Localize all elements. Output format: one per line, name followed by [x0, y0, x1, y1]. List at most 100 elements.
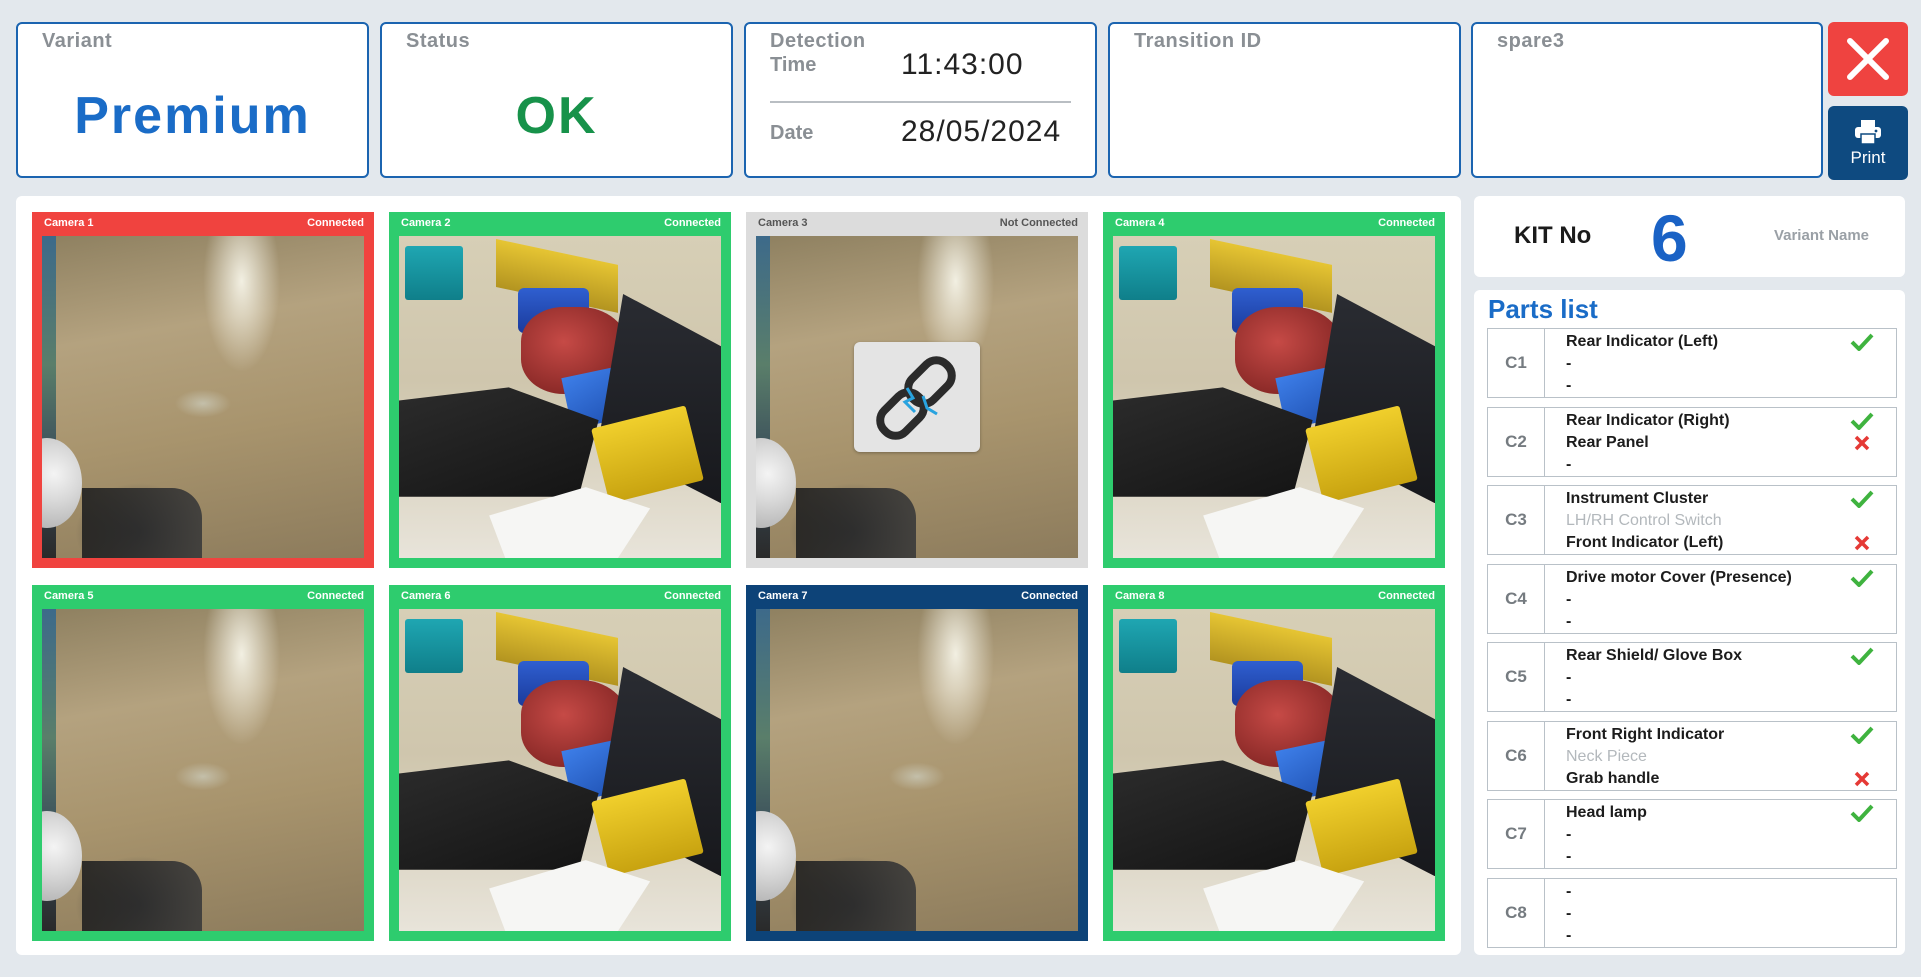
parts-row-c7[interactable]: C7 Head lamp - -	[1487, 799, 1897, 869]
broken-link-icon	[876, 356, 956, 440]
part-code: C5	[1488, 643, 1545, 711]
check-icon	[1850, 332, 1874, 352]
kit-label: KIT No	[1514, 222, 1592, 249]
camera-tile[interactable]: Camera 6 Connected	[389, 585, 731, 941]
camera-tile[interactable]: Camera 1 Connected	[32, 212, 374, 568]
part-item: -	[1566, 691, 1572, 708]
print-button[interactable]: Print	[1828, 106, 1908, 180]
feed-detail	[796, 861, 916, 931]
part-item: Instrument Cluster	[1566, 490, 1709, 507]
check-icon	[1850, 489, 1874, 509]
feed-detail	[42, 811, 82, 901]
spare3-card: spare3	[1471, 22, 1823, 178]
feed-detail	[42, 438, 82, 528]
part-item: -	[1566, 926, 1572, 944]
part-item: -	[1566, 904, 1572, 922]
camera-status: Connected	[1378, 590, 1435, 602]
feed-detail	[1119, 245, 1178, 301]
part-item: -	[1566, 848, 1572, 865]
camera-status: Connected	[1378, 217, 1435, 229]
variant-value: Premium	[74, 87, 311, 145]
part-item: -	[1566, 355, 1572, 372]
date-label: Date	[770, 122, 814, 144]
parts-title: Parts list	[1488, 294, 1598, 324]
camera-feed	[1113, 236, 1435, 558]
camera-header: Camera 4 Connected	[1103, 212, 1445, 234]
camera-feed	[756, 609, 1078, 931]
part-code: C7	[1488, 800, 1545, 868]
camera-name: Camera 5	[44, 590, 94, 602]
check-icon	[1850, 411, 1874, 431]
part-code: C2	[1488, 407, 1545, 476]
divider	[770, 101, 1071, 103]
cross-icon	[1850, 769, 1874, 789]
camera-header: Camera 8 Connected	[1103, 585, 1445, 607]
feed-detail	[1119, 618, 1178, 674]
camera-name: Camera 8	[1115, 590, 1165, 602]
parts-row-c1[interactable]: C1 Rear Indicator (Left) - -	[1487, 328, 1897, 398]
part-item: -	[1566, 612, 1572, 630]
feed-detail	[756, 811, 796, 901]
feed-detail	[82, 861, 202, 931]
camera-feed	[1113, 609, 1435, 931]
part-code: C4	[1488, 564, 1545, 633]
feed-detail	[796, 488, 916, 558]
camera-name: Camera 1	[44, 217, 94, 229]
part-item: -	[1566, 669, 1572, 686]
part-item: Rear Indicator (Left)	[1566, 333, 1719, 350]
camera-header: Camera 7 Connected	[746, 585, 1088, 607]
camera-status: Connected	[307, 217, 364, 229]
camera-tile[interactable]: Camera 8 Connected	[1103, 585, 1445, 941]
kit-card: KIT No 6 Variant Name	[1474, 196, 1905, 277]
camera-panel: Camera 1 Connected Camera 2 Connected Camera…	[16, 196, 1461, 955]
camera-header: Camera 6 Connected	[389, 585, 731, 607]
parts-row-c2[interactable]: C2 Rear Indicator (Right) Rear Panel -	[1487, 406, 1897, 477]
camera-feed	[399, 609, 721, 931]
camera-tile[interactable]: Camera 4 Connected	[1103, 212, 1445, 568]
part-item: Front Indicator (Left)	[1566, 534, 1724, 551]
time-value: 11:43:00	[901, 48, 1024, 81]
kit-number: 6	[1651, 201, 1688, 275]
part-item: Grab handle	[1566, 769, 1660, 787]
part-code: C6	[1488, 721, 1545, 790]
check-icon	[1850, 568, 1874, 588]
camera-tile[interactable]: Camera 7 Connected	[746, 585, 1088, 941]
parts-row-c6[interactable]: C6 Front Right Indicator Neck Piece Grab ha…	[1487, 720, 1897, 791]
camera-status: Connected	[1021, 590, 1078, 602]
parts-panel: Parts list C1 Rear Indicator (Left) - - C2 Re…	[1474, 290, 1905, 955]
check-icon	[1850, 803, 1874, 823]
camera-feed	[42, 609, 364, 931]
part-item: Rear Panel	[1566, 433, 1649, 451]
parts-row-c3[interactable]: C3 Instrument Cluster LH/RH Control Switch…	[1487, 485, 1897, 555]
camera-header: Camera 5 Connected	[32, 585, 374, 607]
variant-card: Variant Premium	[16, 22, 369, 178]
part-item: -	[1566, 826, 1572, 843]
camera-status: Connected	[664, 217, 721, 229]
camera-tile[interactable]: Camera 5 Connected	[32, 585, 374, 941]
parts-row-c8[interactable]: C8 - - -	[1487, 877, 1897, 948]
camera-status: Connected	[307, 590, 364, 602]
close-button[interactable]	[1828, 22, 1908, 96]
print-label: Print	[1850, 147, 1886, 167]
check-icon	[1850, 646, 1874, 666]
part-item: Head lamp	[1566, 804, 1647, 821]
part-code: C1	[1488, 329, 1545, 397]
camera-feed	[42, 236, 364, 558]
cross-icon	[1850, 433, 1874, 453]
status-value: OK	[515, 87, 598, 145]
variant-name-label: Variant Name	[1773, 227, 1869, 244]
check-icon	[1850, 725, 1874, 745]
parts-row-c5[interactable]: C5 Rear Shield/ Glove Box - -	[1487, 642, 1897, 712]
parts-row-c4[interactable]: C4 Drive motor Cover (Presence) - -	[1487, 563, 1897, 634]
camera-tile[interactable]: Camera 2 Connected	[389, 212, 731, 568]
camera-name: Camera 2	[401, 217, 451, 229]
camera-name: Camera 6	[401, 590, 451, 602]
part-item: LH/RH Control Switch	[1566, 512, 1722, 529]
camera-tile[interactable]: Camera 3 Not Connected	[746, 212, 1088, 568]
transition-label: Transition ID	[1134, 30, 1262, 52]
status-card: Status OK	[380, 22, 733, 178]
part-item: Rear Indicator (Right)	[1566, 411, 1730, 429]
part-item: -	[1566, 882, 1572, 900]
camera-name: Camera 3	[758, 217, 808, 229]
date-value: 28/05/2024	[901, 115, 1062, 148]
